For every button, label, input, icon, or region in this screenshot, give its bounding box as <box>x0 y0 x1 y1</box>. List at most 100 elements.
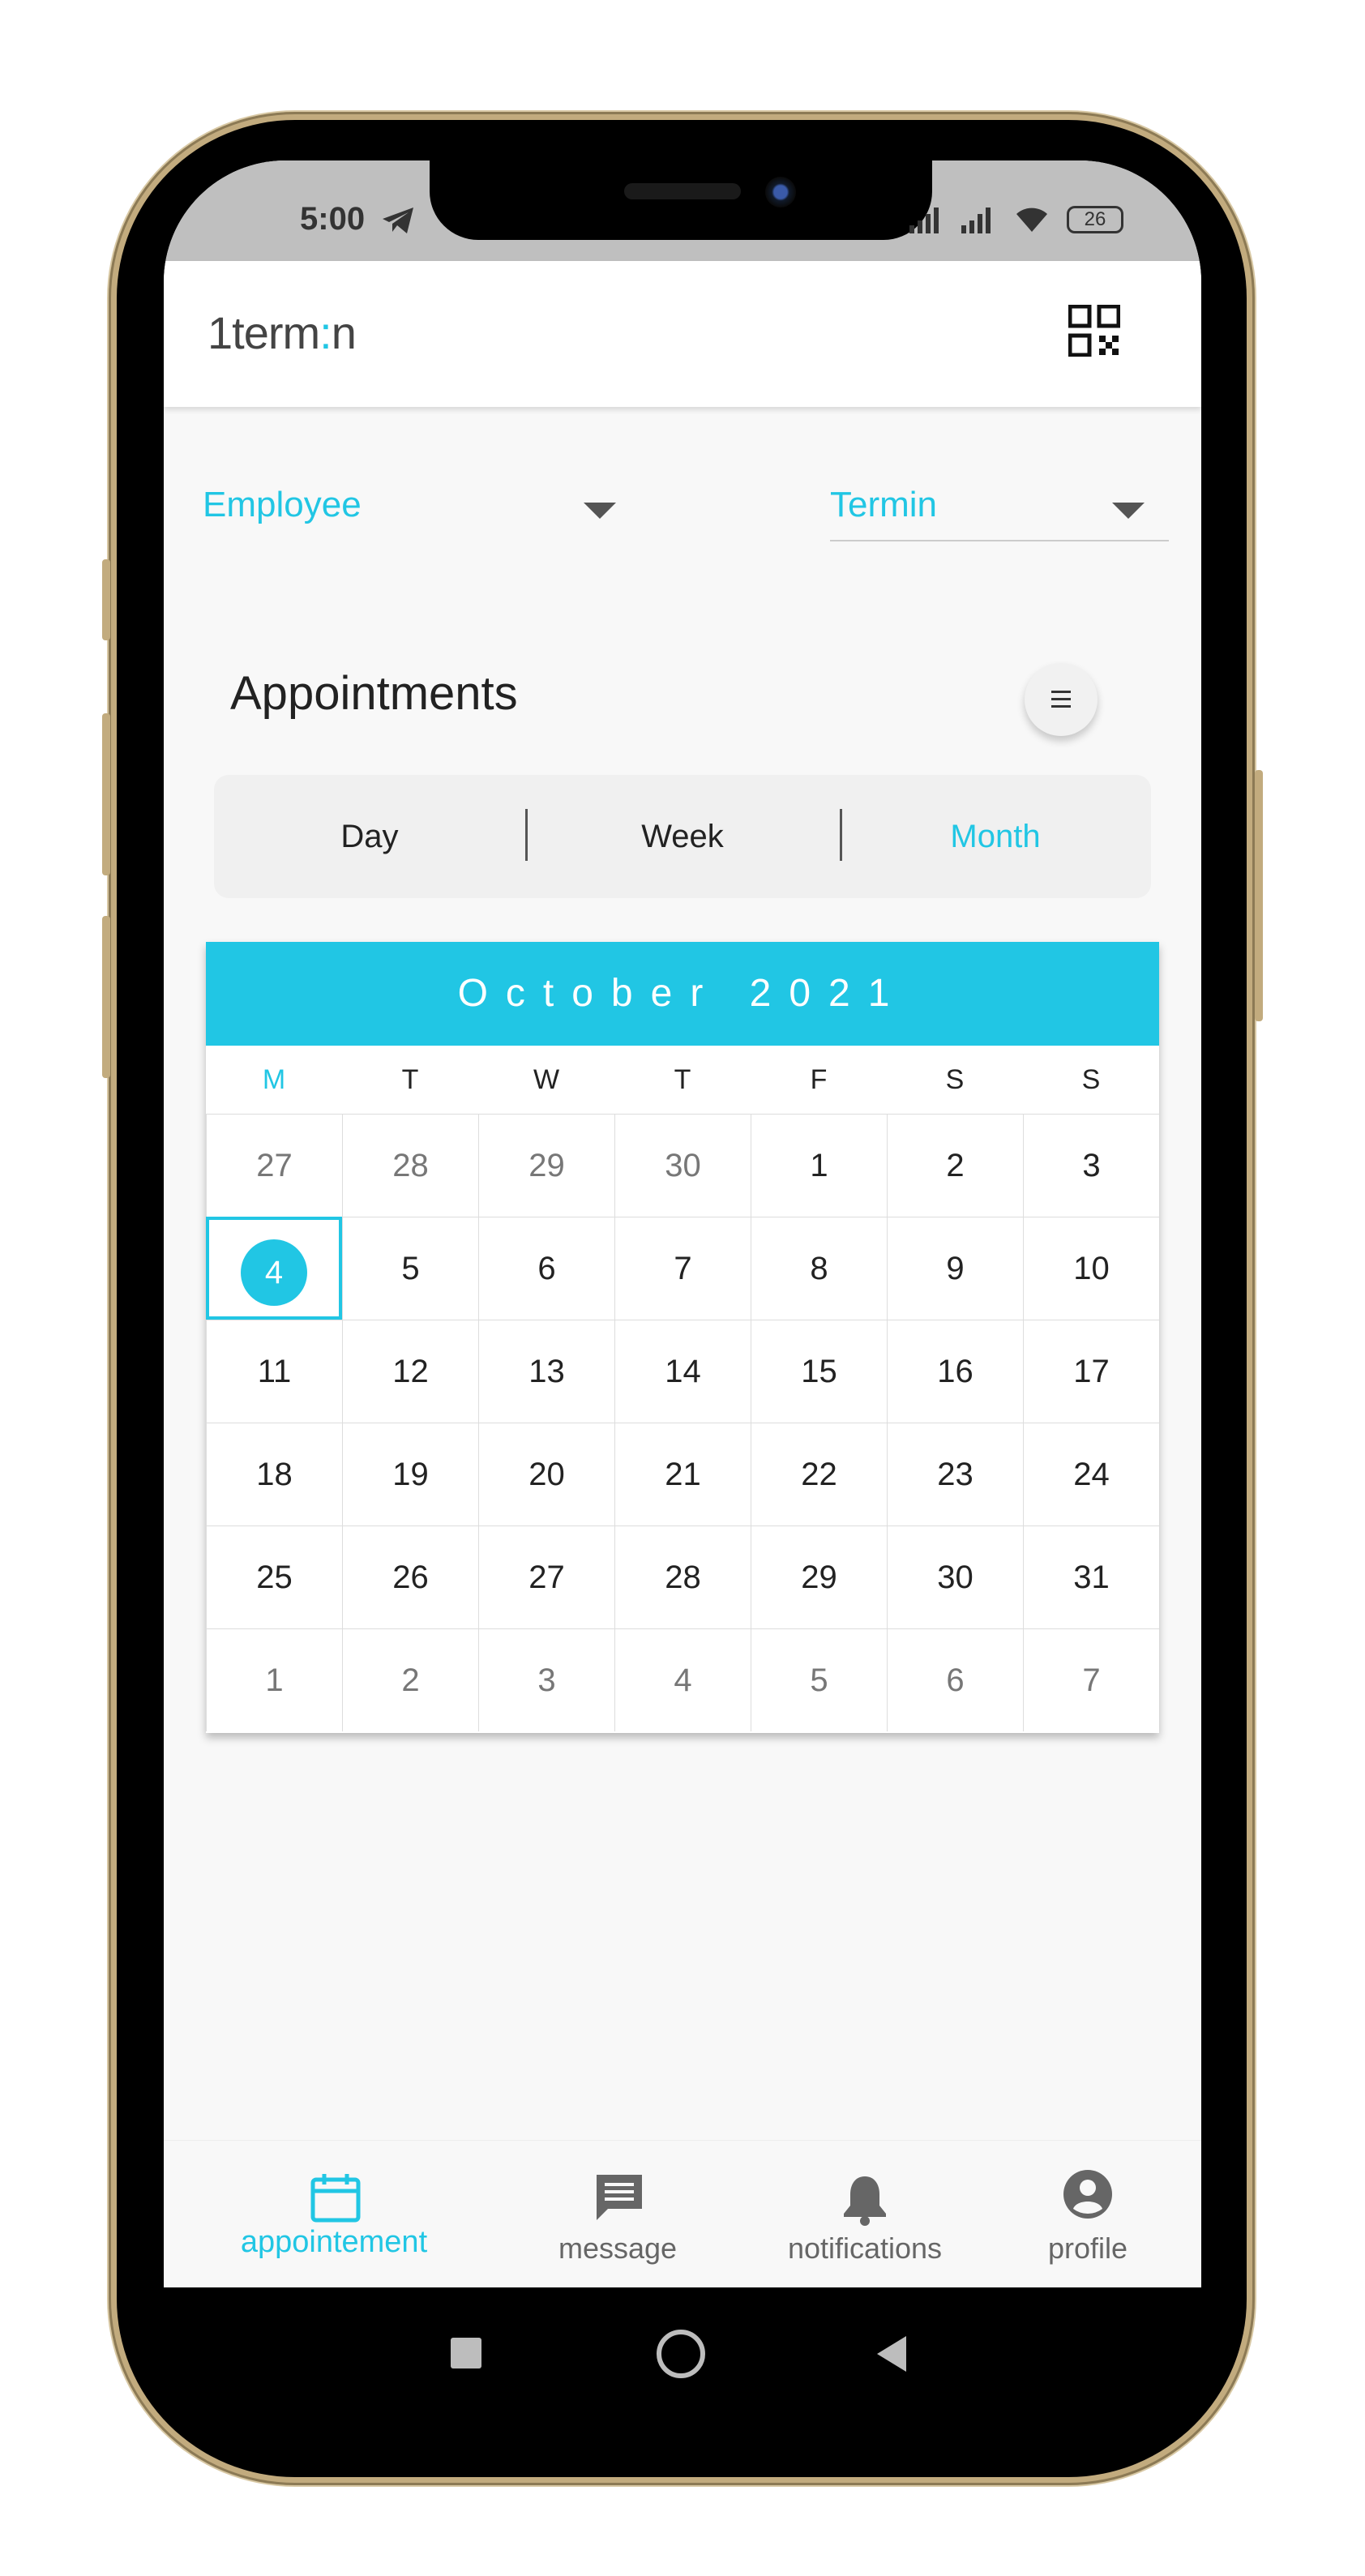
calendar-day[interactable]: 1 <box>751 1114 887 1217</box>
weekday-label: S <box>1081 1064 1101 1095</box>
calendar-day[interactable]: 25 <box>206 1525 342 1628</box>
calendar-day[interactable]: 30 <box>887 1525 1023 1628</box>
menu-button[interactable] <box>1025 663 1098 736</box>
calendar-day[interactable]: 2 <box>887 1114 1023 1217</box>
weekday-label: T <box>401 1064 419 1095</box>
calendar-day[interactable]: 3 <box>478 1628 614 1731</box>
volume-up-button <box>102 713 110 875</box>
termin-select[interactable]: Termin <box>830 469 1169 541</box>
weekday-label: T <box>674 1064 691 1095</box>
status-time: 5:00 <box>300 201 366 237</box>
chevron-down-icon <box>1112 503 1145 519</box>
battery-icon: 26 <box>1067 206 1123 233</box>
selected-day-marker: 4 <box>241 1239 307 1307</box>
nav-message[interactable]: message <box>520 2141 715 2287</box>
signal-icon <box>909 208 939 233</box>
nav-notifications[interactable]: notifications <box>747 2141 982 2287</box>
volume-button <box>102 559 110 640</box>
calendar-day[interactable]: 27 <box>478 1525 614 1628</box>
calendar-day[interactable]: 1 <box>206 1628 342 1731</box>
calendar-day[interactable]: 3 <box>1023 1114 1159 1217</box>
calendar-day[interactable]: 5 <box>342 1217 478 1320</box>
weekday-label: M <box>262 1064 286 1095</box>
view-tab-month[interactable]: Month <box>840 775 1151 898</box>
bottom-navigation: appointement message notifications profi… <box>164 2140 1201 2287</box>
calendar-day[interactable]: 17 <box>1023 1320 1159 1423</box>
screen: 5:00 26 1term:n Employee Termin Appointm… <box>164 160 1201 2287</box>
app-logo: 1term:n <box>208 307 357 358</box>
calendar-day[interactable]: 26 <box>342 1525 478 1628</box>
nav-appointement[interactable]: appointement <box>204 2141 464 2287</box>
termin-select-underline <box>830 540 1169 541</box>
calendar-day[interactable]: 29 <box>751 1525 887 1628</box>
month-calendar: October 2021 MTWTFSS 27 28 29 30 1 2 3 4 5 6 7 8 9 10… <box>206 942 1159 1733</box>
speaker <box>624 183 741 199</box>
nav-label-message: message <box>558 2232 678 2265</box>
signal-icon-2 <box>961 208 991 233</box>
calendar-day[interactable]: 23 <box>887 1423 1023 1525</box>
calendar-day[interactable]: 7 <box>614 1217 751 1320</box>
calendar-month-title: October 2021 <box>206 942 1159 1046</box>
weekday-row: MTWTFSS <box>206 1046 1159 1114</box>
calendar-day[interactable]: 29 <box>478 1114 614 1217</box>
calendar-day[interactable]: 5 <box>751 1628 887 1731</box>
bell-icon <box>844 2176 886 2226</box>
calendar-day[interactable]: 12 <box>342 1320 478 1423</box>
calendar-day[interactable]: 8 <box>751 1217 887 1320</box>
calendar-day[interactable]: 10 <box>1023 1217 1159 1320</box>
calendar-day[interactable]: 9 <box>887 1217 1023 1320</box>
nav-profile[interactable]: profile <box>1007 2141 1169 2287</box>
recent-apps-icon[interactable] <box>451 2338 481 2368</box>
employee-select[interactable]: Employee <box>203 469 616 541</box>
weekday-label: F <box>810 1064 828 1095</box>
notch <box>430 160 932 240</box>
wifi-icon <box>1016 208 1047 232</box>
calendar-day[interactable]: 2 <box>342 1628 478 1731</box>
calendar-day[interactable]: 14 <box>614 1320 751 1423</box>
calendar-grid: 27 28 29 30 1 2 3 4 5 6 7 8 9 10 11 12 13 14 15 16 17 18 19 20 2… <box>206 1114 1159 1733</box>
chevron-down-icon <box>584 503 616 519</box>
calendar-icon <box>310 2174 361 2223</box>
view-tab-week[interactable]: Week <box>527 775 838 898</box>
nav-label-profile: profile <box>1047 2232 1128 2265</box>
camera <box>765 177 796 208</box>
qr-code-icon[interactable] <box>1068 305 1120 357</box>
volume-down-button <box>102 916 110 1078</box>
calendar-day[interactable]: 31 <box>1023 1525 1159 1628</box>
calendar-day[interactable]: 21 <box>614 1423 751 1525</box>
weekday-label: W <box>533 1064 560 1095</box>
calendar-day-selected[interactable]: 4 <box>206 1217 342 1320</box>
employee-select-label: Employee <box>203 485 362 524</box>
system-navigation <box>164 2287 1201 2417</box>
weekday-label: S <box>945 1064 965 1095</box>
nav-label-notifications: notifications <box>787 2232 943 2265</box>
calendar-day[interactable]: 19 <box>342 1423 478 1525</box>
calendar-day[interactable]: 6 <box>887 1628 1023 1731</box>
calendar-day[interactable]: 22 <box>751 1423 887 1525</box>
calendar-day[interactable]: 7 <box>1023 1628 1159 1731</box>
calendar-day[interactable]: 30 <box>614 1114 751 1217</box>
profile-icon <box>1063 2170 1112 2219</box>
view-tab-day[interactable]: Day <box>214 775 525 898</box>
calendar-day[interactable]: 28 <box>342 1114 478 1217</box>
calendar-day[interactable]: 4 <box>614 1628 751 1731</box>
calendar-day[interactable]: 13 <box>478 1320 614 1423</box>
back-icon[interactable] <box>877 2336 906 2372</box>
calendar-day[interactable]: 6 <box>478 1217 614 1320</box>
calendar-day[interactable]: 18 <box>206 1423 342 1525</box>
menu-icon <box>1051 691 1071 708</box>
home-icon[interactable] <box>657 2330 705 2378</box>
calendar-day[interactable]: 27 <box>206 1114 342 1217</box>
calendar-day[interactable]: 11 <box>206 1320 342 1423</box>
status-bar: 5:00 26 <box>164 160 1201 261</box>
calendar-day[interactable]: 16 <box>887 1320 1023 1423</box>
calendar-day[interactable]: 20 <box>478 1423 614 1525</box>
power-button <box>1255 770 1263 1021</box>
calendar-day[interactable]: 15 <box>751 1320 887 1423</box>
calendar-day[interactable]: 28 <box>614 1525 751 1628</box>
termin-select-label: Termin <box>830 485 938 524</box>
calendar-day[interactable]: 24 <box>1023 1423 1159 1525</box>
app-bar: 1term:n <box>164 261 1201 407</box>
message-icon <box>597 2175 642 2220</box>
appointments-title: Appointments <box>230 667 518 720</box>
